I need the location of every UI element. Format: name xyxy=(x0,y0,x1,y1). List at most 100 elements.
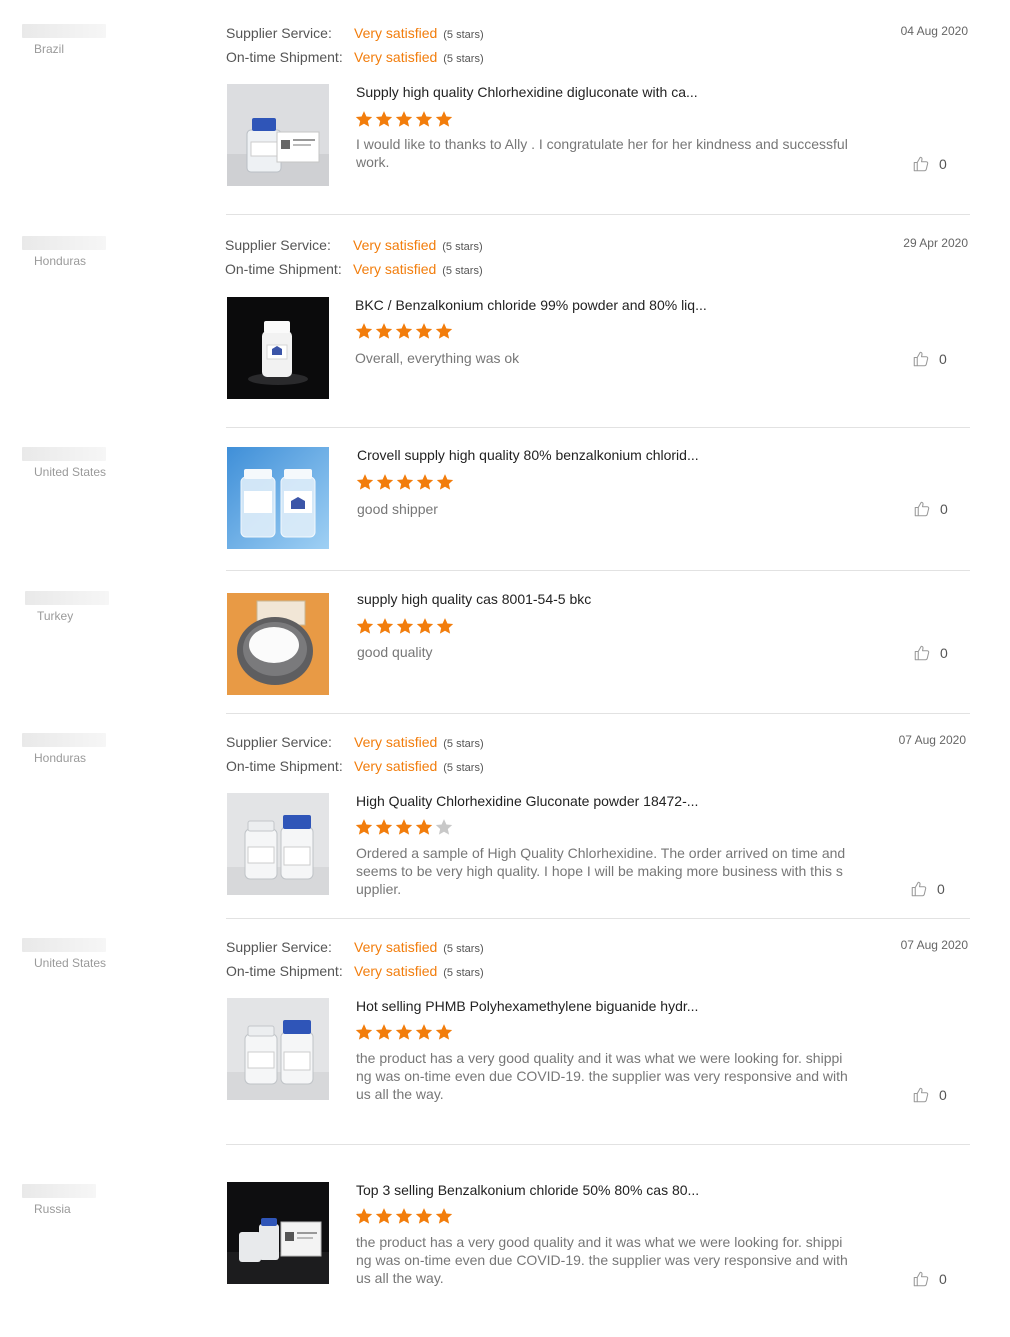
supplier-service-stars: (5 stars) xyxy=(443,29,484,41)
star-icon xyxy=(416,473,434,491)
review-date: 04 Aug 2020 xyxy=(900,24,968,38)
like-count: 0 xyxy=(940,501,948,517)
supplier-service-value: Very satisfied xyxy=(353,237,437,253)
supplier-service-stars: (5 stars) xyxy=(443,738,484,750)
star-icon xyxy=(435,110,453,128)
shipment-stars: (5 stars) xyxy=(443,967,484,979)
service-ratings: Supplier Service: Very satisfied (5 stars)… xyxy=(226,938,484,986)
star-icon xyxy=(376,473,394,491)
supplier-service-label: Supplier Service: xyxy=(226,734,332,750)
star-icon xyxy=(435,322,453,340)
product-link[interactable]: Hot selling PHMB Polyhexamethylene bigua… xyxy=(356,998,806,1014)
like-button[interactable]: 0 xyxy=(912,1270,947,1288)
divider xyxy=(226,1144,970,1145)
buyer-country: United States xyxy=(34,956,107,970)
buyer-country: Honduras xyxy=(34,751,87,765)
like-button[interactable]: 0 xyxy=(912,1086,947,1104)
star-icon xyxy=(355,818,373,836)
like-count: 0 xyxy=(939,1087,947,1103)
star-icon xyxy=(415,818,433,836)
buyer-name-redacted xyxy=(22,24,106,38)
product-thumbnail[interactable] xyxy=(227,593,329,695)
star-icon xyxy=(375,110,393,128)
supplier-service-value: Very satisfied xyxy=(354,939,438,955)
review-comment: the product has a very good quality and … xyxy=(356,1050,848,1102)
rating-stars xyxy=(355,110,455,128)
divider xyxy=(226,918,970,919)
supplier-service-stars: (5 stars) xyxy=(443,943,484,955)
review-date: 07 Aug 2020 xyxy=(900,938,968,952)
star-icon xyxy=(435,1023,453,1041)
product-link[interactable]: Top 3 selling Benzalkonium chloride 50% … xyxy=(356,1182,806,1198)
service-ratings: Supplier Service: Very satisfied (5 stars)… xyxy=(225,236,483,284)
rating-stars xyxy=(355,1207,455,1225)
thumbs-up-icon xyxy=(912,155,930,173)
star-icon xyxy=(395,110,413,128)
buyer-name-redacted xyxy=(22,938,106,952)
rating-stars xyxy=(355,322,455,340)
like-button[interactable]: 0 xyxy=(912,350,947,368)
star-icon xyxy=(416,617,434,635)
divider xyxy=(226,570,970,571)
product-thumbnail[interactable] xyxy=(227,998,329,1100)
product-thumbnail[interactable] xyxy=(227,84,329,186)
supplier-service-stars: (5 stars) xyxy=(442,241,483,253)
like-count: 0 xyxy=(940,645,948,661)
supplier-service-label: Supplier Service: xyxy=(226,25,332,41)
star-icon xyxy=(436,617,454,635)
thumbs-up-icon xyxy=(913,644,931,662)
product-link[interactable]: Supply high quality Chlorhexidine digluc… xyxy=(356,84,806,100)
supplier-service-label: Supplier Service: xyxy=(226,939,332,955)
product-thumbnail[interactable] xyxy=(227,1182,329,1284)
buyer-info: Turkey xyxy=(25,591,115,623)
like-button[interactable]: 0 xyxy=(912,155,947,173)
product-thumbnail[interactable] xyxy=(227,297,329,399)
rating-stars xyxy=(356,473,456,491)
star-icon xyxy=(355,110,373,128)
review-comment: Ordered a sample of High Quality Chlorhe… xyxy=(356,845,846,897)
buyer-name-redacted xyxy=(22,1184,96,1198)
buyer-info: Honduras xyxy=(22,236,112,268)
buyer-country: Turkey xyxy=(37,609,74,623)
star-icon xyxy=(415,322,433,340)
star-icon xyxy=(355,1207,373,1225)
shipment-value: Very satisfied xyxy=(353,261,437,277)
star-icon xyxy=(395,1207,413,1225)
product-thumbnail[interactable] xyxy=(227,447,329,549)
like-button[interactable]: 0 xyxy=(913,644,948,662)
buyer-country: Russia xyxy=(34,1202,71,1216)
buyer-name-redacted xyxy=(22,447,106,461)
star-icon xyxy=(356,473,374,491)
shipment-label: On-time Shipment: xyxy=(225,261,342,277)
review-comment: Overall, everything was ok xyxy=(355,350,520,366)
product-link[interactable]: Crovell supply high quality 80% benzalko… xyxy=(357,447,807,463)
product-thumbnail[interactable] xyxy=(227,793,329,895)
divider xyxy=(226,214,970,215)
product-link[interactable]: High Quality Chlorhexidine Gluconate pow… xyxy=(356,793,806,809)
thumbs-up-icon xyxy=(913,500,931,518)
star-icon xyxy=(375,1023,393,1041)
product-link[interactable]: supply high quality cas 8001-54-5 bkc xyxy=(357,591,807,607)
review-comment: the product has a very good quality and … xyxy=(356,1234,848,1286)
supplier-service-label: Supplier Service: xyxy=(225,237,331,253)
like-button[interactable]: 0 xyxy=(913,500,948,518)
product-link[interactable]: BKC / Benzalkonium chloride 99% powder a… xyxy=(355,297,805,313)
star-icon xyxy=(396,473,414,491)
star-icon xyxy=(415,110,433,128)
shipment-label: On-time Shipment: xyxy=(226,963,343,979)
thumbs-up-icon xyxy=(912,1270,930,1288)
buyer-name-redacted xyxy=(25,591,109,605)
star-icon xyxy=(415,1207,433,1225)
review-comment: good shipper xyxy=(357,501,438,517)
like-count: 0 xyxy=(939,156,947,172)
rating-stars xyxy=(356,617,456,635)
buyer-country: Honduras xyxy=(34,254,87,268)
service-ratings: Supplier Service: Very satisfied (5 stars)… xyxy=(226,24,484,72)
like-button[interactable]: 0 xyxy=(910,880,945,898)
shipment-stars: (5 stars) xyxy=(442,265,483,277)
star-icon xyxy=(395,1023,413,1041)
shipment-label: On-time Shipment: xyxy=(226,49,343,65)
review-comment: good quality xyxy=(357,644,433,660)
star-icon xyxy=(376,617,394,635)
star-icon xyxy=(435,818,453,836)
